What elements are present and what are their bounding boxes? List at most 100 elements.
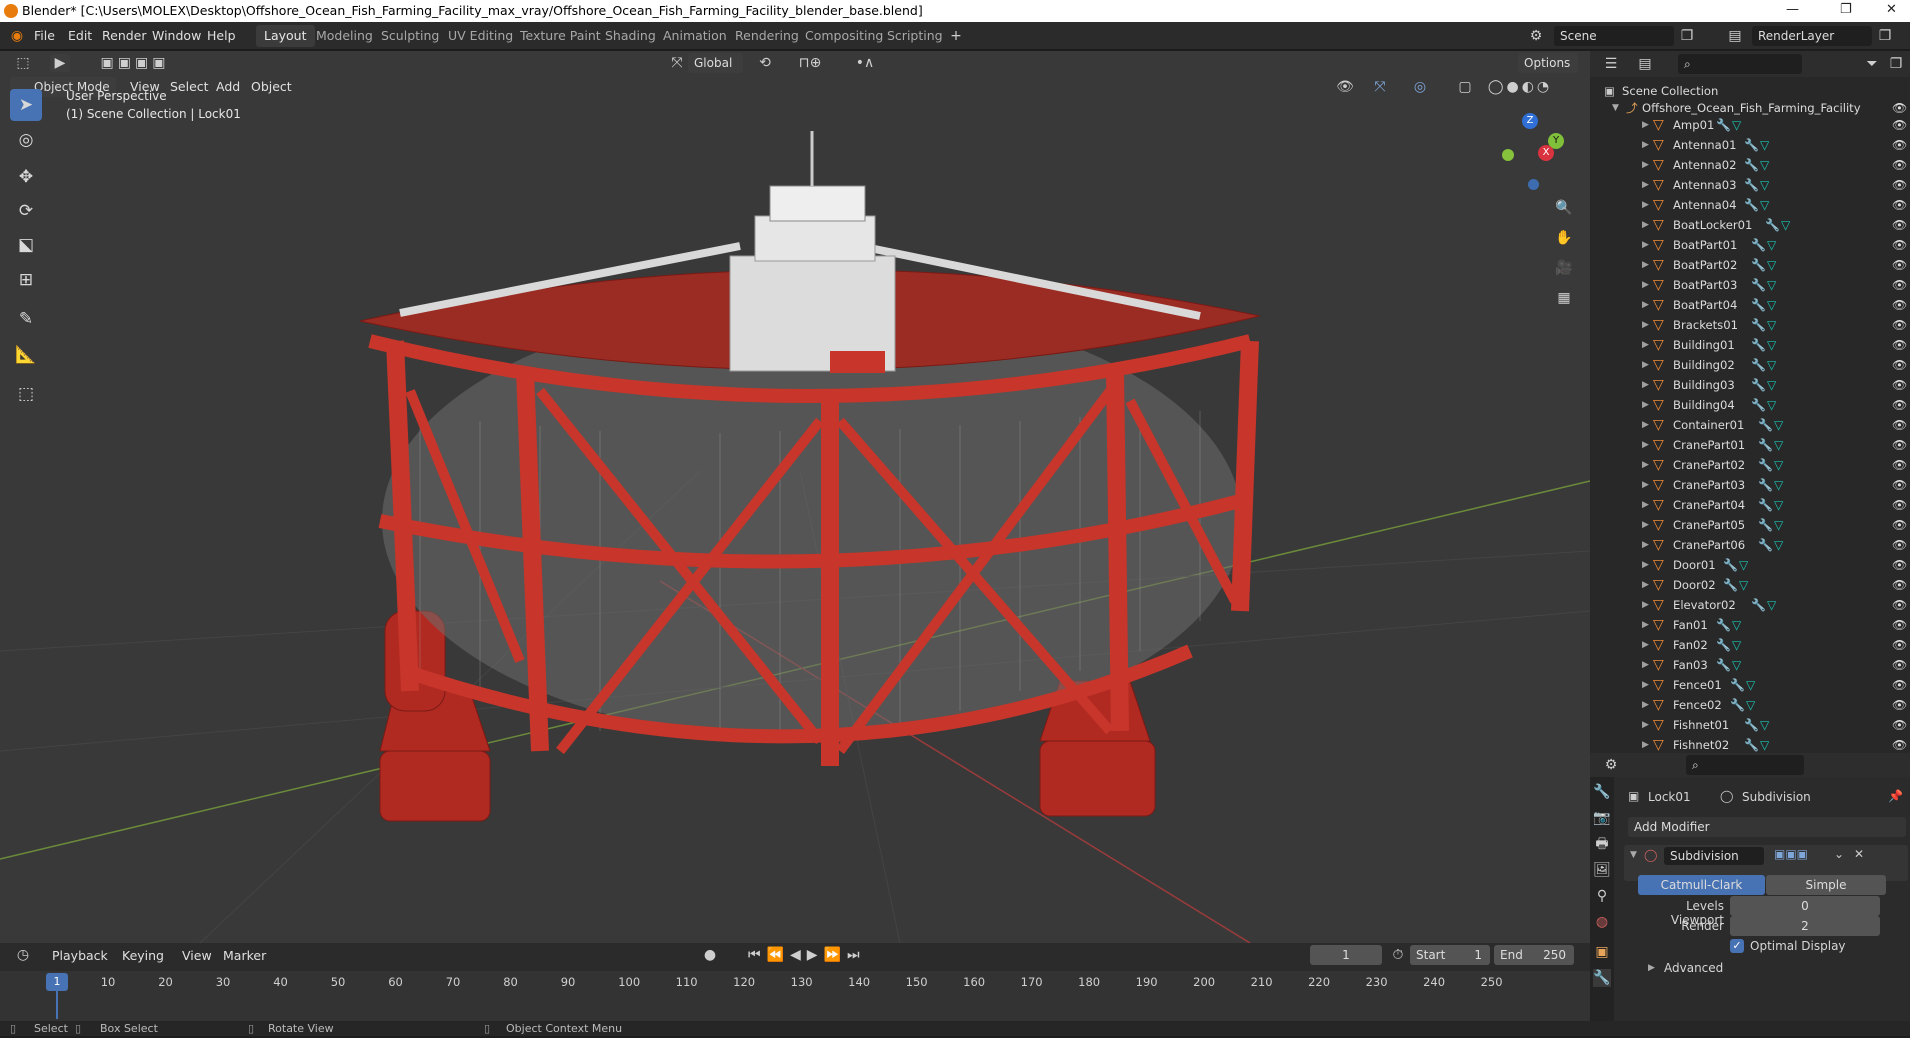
modifier-wrench-icon[interactable]: 🔧 [1744, 195, 1759, 215]
new-scene-icon[interactable]: ❐ [1678, 27, 1696, 45]
mesh-data-icon[interactable]: ▽ [1760, 175, 1769, 195]
outliner-item[interactable]: ▶ ▽ Fishnet02 🔧 ▽ 👁 [1590, 735, 1910, 755]
eye-icon[interactable]: 👁 [1892, 175, 1907, 195]
outliner-item[interactable]: ▶ ▽ Elevator02 🔧 ▽ 👁 [1590, 595, 1910, 615]
output-tab-icon[interactable]: 🖶 [1593, 835, 1611, 853]
snap-icon[interactable]: ⊓⊕ [790, 54, 830, 72]
shading-mode-icons[interactable]: ◯●◐◔ [1480, 78, 1560, 96]
mesh-data-icon[interactable]: ▽ [1760, 155, 1769, 175]
modifier-wrench-icon[interactable]: 🔧 [1758, 435, 1773, 455]
gizmo-neg-y[interactable] [1502, 149, 1514, 161]
expand-icon[interactable]: ▶ [1642, 115, 1649, 135]
expand-icon[interactable]: ▶ [1642, 575, 1649, 595]
modifier-wrench-icon[interactable]: 🔧 [1751, 295, 1766, 315]
record-icon[interactable]: ● [700, 946, 720, 964]
properties-editor-icon[interactable]: ⚙ [1598, 756, 1624, 774]
outliner-item[interactable]: ▶ ▽ Building01 🔧 ▽ 👁 [1590, 335, 1910, 355]
outliner-item[interactable]: ▶ ▽ Container01 🔧 ▽ 👁 [1590, 415, 1910, 435]
menu-edit[interactable]: Edit [68, 28, 92, 43]
expand-icon[interactable]: ▶ [1642, 635, 1649, 655]
gizmo-z-axis[interactable]: Z [1522, 113, 1538, 129]
zoom-icon[interactable]: 🔍 [1552, 199, 1576, 217]
expand-icon[interactable]: ▶ [1642, 275, 1649, 295]
tab-layout[interactable]: Layout [256, 25, 315, 47]
outliner-item[interactable]: ▶ ▽ BoatPart02 🔧 ▽ 👁 [1590, 255, 1910, 275]
outliner-item[interactable]: ▶ ▽ CranePart04 🔧 ▽ 👁 [1590, 495, 1910, 515]
pan-hand-icon[interactable]: ✋ [1552, 229, 1576, 247]
expand-icon[interactable]: ▶ [1642, 455, 1649, 475]
proportional-edit-icon[interactable]: •∧ [845, 54, 885, 72]
modifier-wrench-icon[interactable]: 🔧 [1716, 655, 1731, 675]
properties-search-input[interactable]: ⌕ [1686, 755, 1804, 775]
mesh-data-icon[interactable]: ▽ [1781, 215, 1790, 235]
transform-orientation-dropdown[interactable]: Global [688, 53, 743, 73]
menu-render[interactable]: Render [102, 28, 147, 43]
outliner-item[interactable]: ▶ ▽ CranePart05 🔧 ▽ 👁 [1590, 515, 1910, 535]
annotate-tool-icon[interactable]: ✎ [10, 303, 42, 335]
eye-icon[interactable]: 👁 [1892, 415, 1907, 435]
eye-icon[interactable]: 👁 [1892, 135, 1907, 155]
outliner-item[interactable]: ▶ ▽ Antenna04 🔧 ▽ 👁 [1590, 195, 1910, 215]
mesh-data-icon[interactable]: ▽ [1767, 295, 1776, 315]
mesh-data-icon[interactable]: ▽ [1746, 675, 1755, 695]
eye-icon[interactable]: 👁 [1892, 615, 1907, 635]
catmull-clark-button[interactable]: Catmull-Clark [1638, 875, 1765, 895]
expand-icon[interactable]: ▶ [1642, 595, 1649, 615]
scene-tab-icon[interactable]: ⚲ [1593, 887, 1611, 905]
eye-icon[interactable]: 👁 [1892, 315, 1907, 335]
current-frame-input[interactable]: 1 [1310, 945, 1382, 965]
eye-icon[interactable]: 👁 [1892, 495, 1907, 515]
levels-viewport-input[interactable]: 0 [1730, 896, 1880, 916]
modifier-wrench-icon[interactable]: 🔧 [1751, 355, 1766, 375]
outliner-item[interactable]: ▶ ▽ BoatPart03 🔧 ▽ 👁 [1590, 275, 1910, 295]
visibility-icon[interactable]: 👁 [1330, 78, 1360, 96]
mesh-data-icon[interactable]: ▽ [1746, 695, 1755, 715]
modifier-wrench-icon[interactable]: 🔧 [1744, 735, 1759, 755]
3d-viewport[interactable]: ⬚ ▶ ▣▣▣▣ ⤧ Global ⟲ ⊓⊕ •∧ Options Object… [0, 51, 1590, 943]
tab-shading[interactable]: Shading [597, 25, 664, 47]
outliner-item[interactable]: ▶ ▽ Antenna02 🔧 ▽ 👁 [1590, 155, 1910, 175]
expand-icon[interactable]: ▶ [1642, 695, 1649, 715]
outliner-item[interactable]: ▶ ▽ BoatPart04 🔧 ▽ 👁 [1590, 295, 1910, 315]
orientation-icon[interactable]: ⤧ [668, 54, 686, 72]
measure-tool-icon[interactable]: 📐 [10, 339, 42, 371]
expand-icon[interactable]: ▶ [1642, 715, 1649, 735]
outliner-item[interactable]: ▶ ▽ Door02 🔧 ▽ 👁 [1590, 575, 1910, 595]
outliner-item[interactable]: ▶ ▽ Building02 🔧 ▽ 👁 [1590, 355, 1910, 375]
eye-icon[interactable]: 👁 [1892, 475, 1907, 495]
viewport-menu-add[interactable]: Add [216, 79, 240, 94]
modifier-wrench-icon[interactable]: 🔧 [1758, 495, 1773, 515]
outliner-item[interactable]: ▶ ▽ Amp01 🔧 ▽ 👁 [1590, 115, 1910, 135]
tab-compositing[interactable]: Compositing [797, 25, 891, 47]
expand-icon[interactable]: ▶ [1642, 295, 1649, 315]
playhead[interactable]: 1 [46, 973, 68, 991]
xray-icon[interactable]: ▢ [1455, 78, 1475, 96]
expand-icon[interactable]: ▶ [1642, 655, 1649, 675]
expand-icon[interactable]: ▶ [1642, 255, 1649, 275]
outliner-item[interactable]: ▶ ▽ Fan03 🔧 ▽ 👁 [1590, 655, 1910, 675]
modifier-wrench-icon[interactable]: 🔧 [1751, 275, 1766, 295]
selection-mode-icons[interactable]: ▣▣▣▣ [90, 54, 180, 72]
outliner-item[interactable]: ▶ ▽ Fence02 🔧 ▽ 👁 [1590, 695, 1910, 715]
outliner-editor-icon[interactable]: ☰ [1598, 55, 1624, 73]
scene-icon[interactable]: ⚙ [1526, 27, 1546, 45]
expand-icon[interactable]: ▶ [1642, 355, 1649, 375]
eye-icon[interactable]: 👁 [1892, 435, 1907, 455]
modifier-wrench-icon[interactable]: 🔧 [1758, 475, 1773, 495]
modifier-tab-icon[interactable]: 🔧 [1593, 969, 1611, 987]
pivot-icon[interactable]: ⟲ [750, 54, 780, 72]
playback-controls-icons[interactable]: ⏮⏪◀▶⏩⏭ [748, 946, 860, 964]
end-frame-input[interactable]: End 250 [1494, 945, 1574, 965]
mesh-data-icon[interactable]: ▽ [1774, 435, 1783, 455]
modifier-wrench-icon[interactable]: 🔧 [1751, 335, 1766, 355]
modifier-wrench-icon[interactable]: 🔧 [1744, 135, 1759, 155]
modifier-wrench-icon[interactable]: 🔧 [1716, 615, 1731, 635]
outliner-item[interactable]: ▶ ▽ Building03 🔧 ▽ 👁 [1590, 375, 1910, 395]
mesh-data-icon[interactable]: ▽ [1767, 315, 1776, 335]
mesh-data-icon[interactable]: ▽ [1767, 275, 1776, 295]
outliner-item[interactable]: ▶ ▽ CranePart02 🔧 ▽ 👁 [1590, 455, 1910, 475]
close-button[interactable]: ✕ [1886, 2, 1897, 17]
outliner-search-input[interactable]: ⌕ [1678, 54, 1802, 74]
mesh-data-icon[interactable]: ▽ [1767, 375, 1776, 395]
menu-help[interactable]: Help [207, 28, 236, 43]
